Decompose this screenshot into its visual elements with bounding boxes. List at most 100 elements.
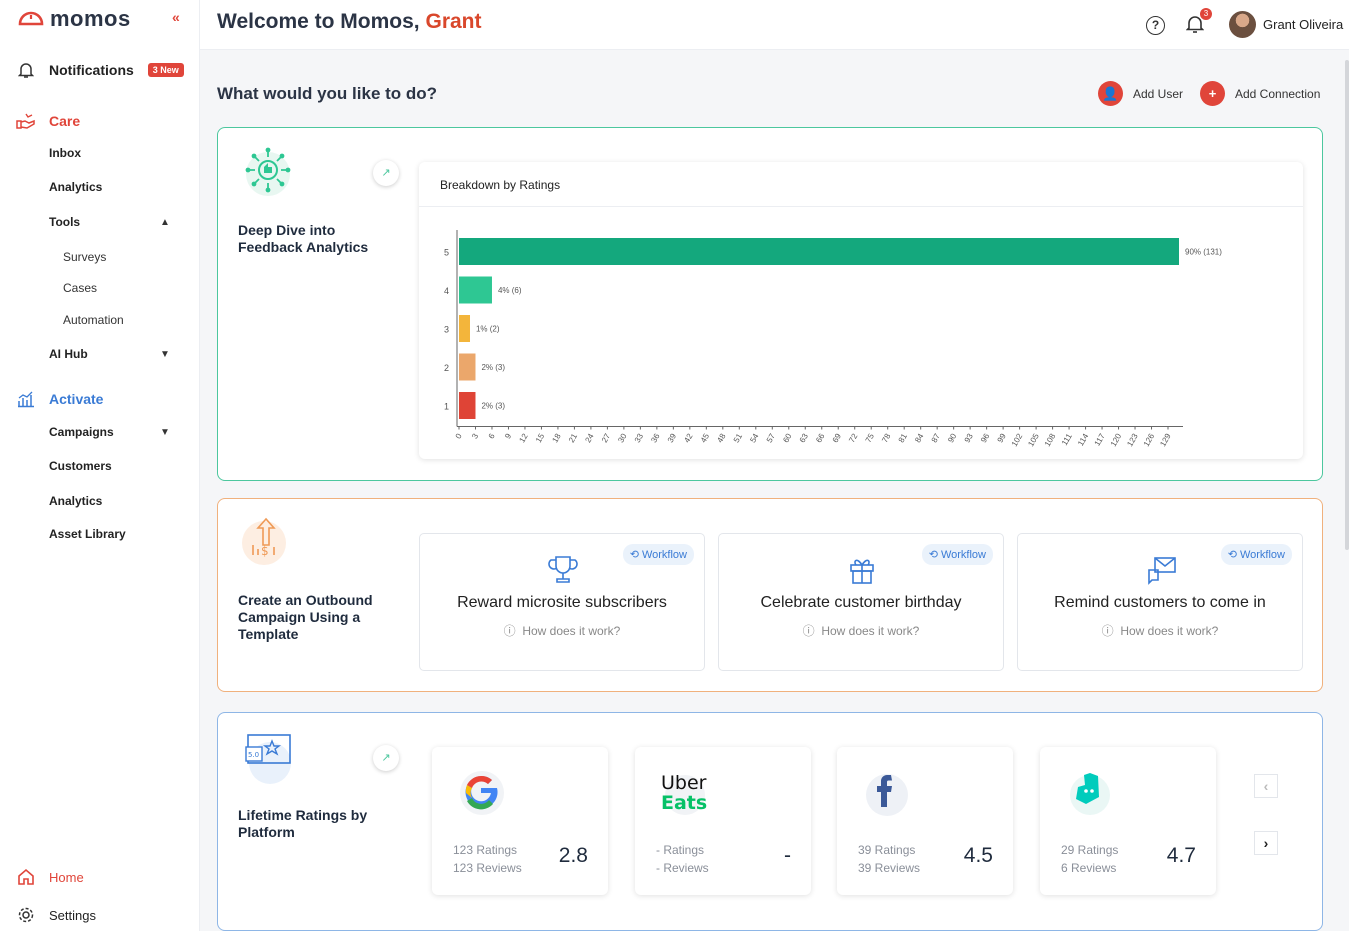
add-connection-button[interactable]: + Add Connection xyxy=(1200,81,1320,106)
x-tick-label: 69 xyxy=(831,432,844,445)
x-tick-label: 18 xyxy=(550,432,563,445)
google-logo-icon xyxy=(452,767,512,817)
bar xyxy=(459,276,492,304)
sidebar-item-tools[interactable]: Tools xyxy=(49,215,80,229)
sidebar-item-care[interactable]: Care xyxy=(16,111,80,131)
x-tick-label: 3 xyxy=(470,432,480,441)
chevron-right-icon: › xyxy=(1263,835,1269,851)
chevron-down-icon[interactable]: ▼ xyxy=(160,427,170,438)
x-tick-label: 60 xyxy=(781,432,794,445)
campaign-growth-icon: $ xyxy=(238,515,294,570)
x-tick-label: 30 xyxy=(616,432,629,445)
sidebar-item-surveys[interactable]: Surveys xyxy=(63,250,106,264)
x-tick-label: 99 xyxy=(996,432,1009,445)
x-tick-label: 72 xyxy=(847,432,860,445)
chevron-down-icon[interactable]: ▼ xyxy=(160,349,170,360)
help-icon: ⓘ xyxy=(503,624,516,638)
momos-logo[interactable]: momos xyxy=(18,6,131,32)
platform-card-uber-eats[interactable]: Uber Eats - Ratings - Reviews - xyxy=(635,747,811,895)
x-tick-label: 42 xyxy=(682,432,695,445)
help-icon[interactable]: ? xyxy=(1146,16,1165,35)
sidebar-item-notifications[interactable]: Notifications 3 New xyxy=(16,60,184,80)
platform-card-facebook[interactable]: 39 Ratings 39 Reviews 4.5 xyxy=(837,747,1013,895)
sidebar-item-customers[interactable]: Customers xyxy=(49,459,112,473)
chevron-up-icon[interactable]: ▲ xyxy=(160,217,170,228)
gift-icon xyxy=(847,554,877,591)
outbound-campaign-panel: $ Create an Outbound Campaign Using a Te… xyxy=(217,498,1323,692)
topbar: Welcome to Momos, Grant ? 3 Grant Olivei… xyxy=(200,0,1349,50)
collapse-sidebar-icon[interactable]: « xyxy=(172,9,180,25)
sidebar-item-home[interactable]: Home xyxy=(16,867,84,887)
x-tick-label: 36 xyxy=(649,432,662,445)
envelope-icon xyxy=(1146,554,1178,591)
sidebar-item-asset-library[interactable]: Asset Library xyxy=(49,527,126,541)
user-first-name: Grant xyxy=(425,10,482,33)
x-tick-label: 48 xyxy=(715,432,728,445)
sidebar-item-automation[interactable]: Automation xyxy=(63,313,124,327)
ratings-breakdown-chart: Breakdown by Ratings 5 90% (131) 4 4% (6) 3 1… xyxy=(419,162,1303,459)
scrollbar[interactable] xyxy=(1345,60,1349,550)
sidebar-item-campaigns[interactable]: Campaigns xyxy=(49,425,114,439)
open-arrow-icon[interactable]: ↗ xyxy=(373,160,399,186)
x-tick-label: 21 xyxy=(567,432,580,445)
workflow-card[interactable]: ⟲ Workflow Reward microsite subscribers … xyxy=(419,533,705,671)
workflow-card[interactable]: ⟲ Workflow Remind customers to come in ⓘ… xyxy=(1017,533,1303,671)
x-tick-label: 63 xyxy=(798,432,811,445)
bar xyxy=(459,238,1179,265)
platform-card-deliveroo[interactable]: 29 Ratings 6 Reviews 4.7 xyxy=(1040,747,1216,895)
sidebar-item-ai-hub[interactable]: AI Hub xyxy=(49,347,88,361)
x-tick-label: 75 xyxy=(864,432,877,445)
add-user-icon: 👤 xyxy=(1098,81,1123,106)
x-tick-label: 123 xyxy=(1125,432,1140,449)
how-it-works-link[interactable]: ⓘ How does it work? xyxy=(719,622,1003,639)
data-label: 1% (2) xyxy=(476,325,500,334)
carousel-next-button[interactable]: › xyxy=(1254,831,1278,855)
y-tick-label: 1 xyxy=(444,402,449,412)
x-tick-label: 0 xyxy=(454,432,464,441)
add-user-button[interactable]: 👤 Add User xyxy=(1098,81,1183,106)
sidebar-item-label: Activate xyxy=(49,391,104,407)
svg-text:5.0: 5.0 xyxy=(248,751,259,759)
svg-text:$: $ xyxy=(261,544,269,558)
sidebar-item-activate[interactable]: Activate xyxy=(16,389,103,409)
avatar[interactable] xyxy=(1229,11,1256,38)
open-arrow-icon[interactable]: ↗ xyxy=(373,745,399,771)
workflow-card[interactable]: ⟲ Workflow Celebrate customer birthday ⓘ… xyxy=(718,533,1004,671)
data-label: 4% (6) xyxy=(498,286,522,295)
new-badge: 3 New xyxy=(147,63,184,77)
how-it-works-link[interactable]: ⓘ How does it work? xyxy=(420,622,704,639)
x-tick-label: 33 xyxy=(633,432,646,445)
x-tick-label: 105 xyxy=(1026,432,1041,449)
x-tick-label: 93 xyxy=(963,432,976,445)
trophy-icon xyxy=(548,554,578,591)
sidebar-item-activate-analytics[interactable]: Analytics xyxy=(49,494,102,508)
sidebar-item-label: Care xyxy=(49,113,81,129)
x-tick-label: 81 xyxy=(897,432,910,445)
carousel-prev-button[interactable]: ‹ xyxy=(1254,774,1278,798)
workflow-tag-label: Workflow xyxy=(641,549,687,561)
x-tick-label: 6 xyxy=(487,432,497,441)
ratings-counts: - Ratings - Reviews xyxy=(656,841,709,877)
ratings-counts: 39 Ratings 39 Reviews xyxy=(858,841,920,877)
reviews-count: 6 Reviews xyxy=(1061,861,1117,875)
sidebar-item-inbox[interactable]: Inbox xyxy=(49,146,81,160)
bar xyxy=(459,353,476,381)
page-title: Welcome to Momos, Grant xyxy=(217,10,482,34)
momos-logo-icon xyxy=(18,11,44,26)
sidebar-item-settings[interactable]: Settings xyxy=(16,905,96,925)
sidebar-item-care-analytics[interactable]: Analytics xyxy=(49,180,102,194)
add-user-label: Add User xyxy=(1133,86,1184,101)
how-it-works-link[interactable]: ⓘ How does it work? xyxy=(1018,622,1302,639)
platform-score: 4.5 xyxy=(963,844,993,867)
workflow-title: Reward microsite subscribers xyxy=(457,594,667,611)
sidebar-item-cases[interactable]: Cases xyxy=(63,281,97,295)
x-tick-label: 87 xyxy=(930,432,943,445)
x-tick-label: 96 xyxy=(979,432,992,445)
bell-icon xyxy=(16,60,36,80)
feedback-network-icon xyxy=(242,146,294,203)
platform-card-google[interactable]: 123 Ratings 123 Reviews 2.8 xyxy=(432,747,608,895)
lifetime-ratings-panel: 5.0 ↗ Lifetime Ratings by Platform 123 R… xyxy=(217,712,1323,931)
user-name[interactable]: Grant Oliveira xyxy=(1263,17,1343,32)
x-tick-label: 111 xyxy=(1060,432,1074,448)
workflow-title: Celebrate customer birthday xyxy=(760,594,962,611)
